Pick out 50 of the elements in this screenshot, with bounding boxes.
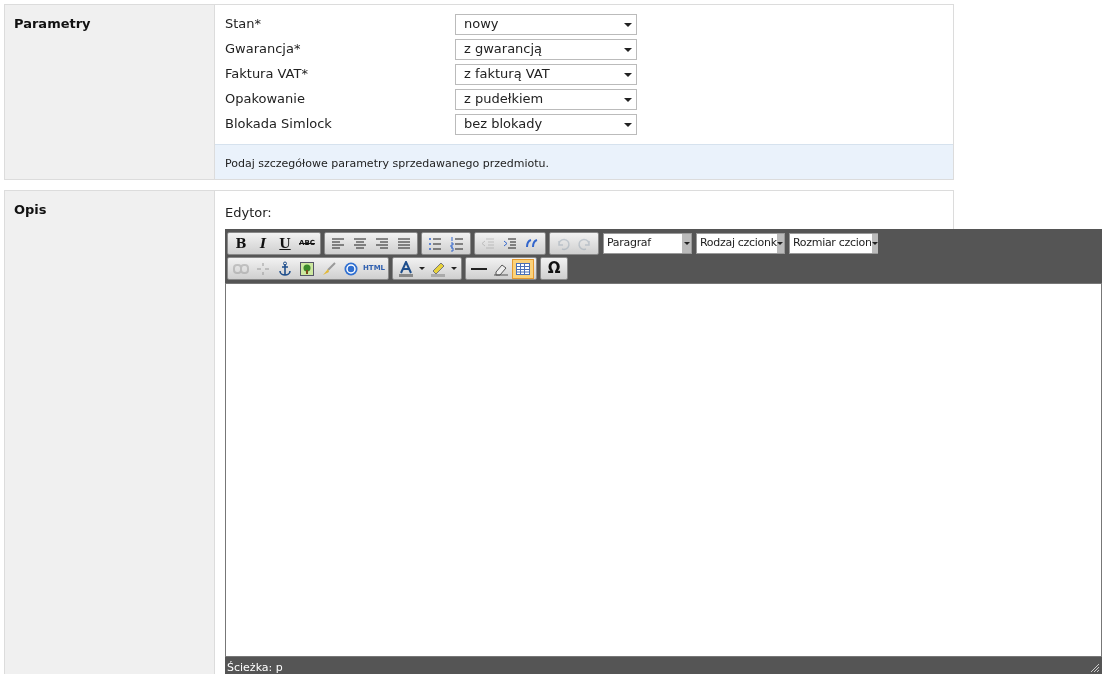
table-icon	[515, 260, 532, 277]
align-center-icon	[352, 235, 368, 252]
section-title: Opis	[14, 202, 47, 217]
highlight-icon	[430, 260, 447, 277]
caret-icon	[451, 267, 458, 270]
dropdown[interactable]: Rozmiar czcion	[789, 233, 878, 254]
caret-icon	[624, 23, 632, 27]
align-left-icon	[330, 235, 346, 252]
brush-icon	[321, 260, 337, 277]
dropdown[interactable]: Rodzaj czcionk	[696, 233, 785, 254]
element-path: Ścieżka: p	[227, 659, 283, 674]
resize-grip-icon[interactable]	[1090, 663, 1100, 673]
caret-icon	[777, 242, 784, 245]
field-label: Faktura VAT*	[225, 65, 309, 84]
rule-icon	[471, 267, 488, 270]
image-icon	[299, 260, 315, 277]
toolbar-button[interactable]: B	[230, 233, 252, 254]
toolbar-button[interactable]: Ω	[543, 258, 566, 279]
toolbar-button[interactable]: U	[274, 233, 296, 254]
align-right-icon	[374, 235, 390, 252]
anchor-icon	[277, 260, 293, 277]
dropdown[interactable]: z fakturą VAT	[455, 63, 637, 85]
hint-text: Podaj szczegółowe parametry sprzedawanego przedmiotu.	[225, 157, 549, 170]
section-title: Parametry	[14, 16, 91, 31]
toolbar-button[interactable]: I	[252, 233, 274, 254]
numbered-list-icon	[449, 235, 465, 252]
caret-icon	[624, 73, 632, 77]
dropdown[interactable]: z gwarancją	[455, 38, 637, 60]
field-label: Blokada Simlock	[225, 115, 333, 134]
caret-icon	[419, 267, 426, 270]
caret-icon	[871, 242, 878, 245]
field-label: Opakowanie	[225, 90, 306, 109]
text-color-icon	[398, 260, 415, 277]
outdent-icon	[480, 235, 496, 252]
caret-icon	[683, 242, 690, 245]
unlink-icon	[255, 260, 271, 277]
field-label: Gwarancja*	[225, 40, 302, 59]
caret-icon	[624, 98, 632, 102]
dropdown[interactable]: nowy	[455, 13, 637, 35]
caret-icon	[624, 123, 632, 127]
align-justify-icon	[396, 235, 412, 252]
bullet-list-icon	[427, 235, 443, 252]
dropdown[interactable]: bez blokady	[455, 113, 637, 135]
dropdown[interactable]: Paragraf	[603, 233, 692, 254]
editor-label: Edytor:	[225, 204, 273, 222]
help-icon	[343, 260, 359, 277]
caret-icon	[624, 48, 632, 52]
field-label: Stan*	[225, 15, 263, 34]
dropdown[interactable]: z pudełkiem	[455, 88, 637, 110]
indent-icon	[502, 235, 518, 252]
